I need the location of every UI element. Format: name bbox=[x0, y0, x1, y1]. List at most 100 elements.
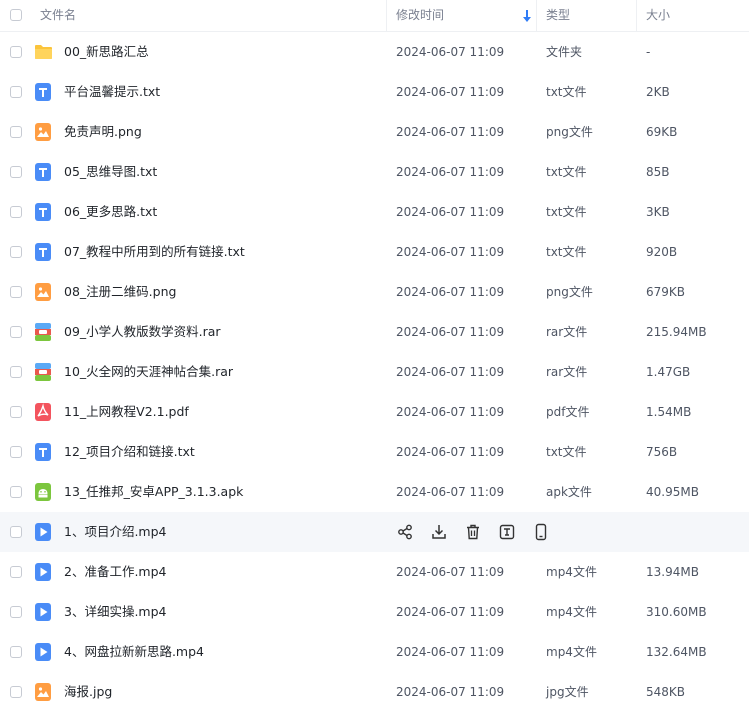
file-size: 2KB bbox=[646, 85, 670, 99]
file-type: png文件 bbox=[546, 125, 593, 139]
video-file-icon bbox=[34, 602, 52, 622]
table-row[interactable]: 11_上网教程V2.1.pdf 2024-06-07 11:09 pdf文件 1.54… bbox=[0, 392, 749, 432]
file-size: 920B bbox=[646, 245, 678, 259]
row-checkbox[interactable] bbox=[10, 206, 22, 218]
row-checkbox[interactable] bbox=[10, 406, 22, 418]
file-name[interactable]: 免责声明.png bbox=[64, 112, 142, 152]
phone-icon[interactable] bbox=[532, 523, 550, 541]
table-row[interactable]: 08_注册二维码.png 2024-06-07 11:09 png文件 679KB bbox=[0, 272, 749, 312]
file-type: txt文件 bbox=[546, 85, 587, 99]
file-type: rar文件 bbox=[546, 325, 588, 339]
modified-time: 2024-06-07 11:09 bbox=[396, 125, 505, 139]
file-name[interactable]: 12_项目介绍和链接.txt bbox=[64, 432, 195, 472]
file-name[interactable]: 00_新思路汇总 bbox=[64, 32, 149, 72]
txt-file-icon bbox=[34, 82, 52, 102]
file-name[interactable]: 1、项目介绍.mp4 bbox=[64, 512, 167, 552]
file-name[interactable]: 13_任推邦_安卓APP_3.1.3.apk bbox=[64, 472, 243, 512]
row-checkbox[interactable] bbox=[10, 686, 22, 698]
table-row[interactable]: 13_任推邦_安卓APP_3.1.3.apk 2024-06-07 11:09 ap… bbox=[0, 472, 749, 512]
file-name[interactable]: 3、详细实操.mp4 bbox=[64, 592, 167, 632]
file-name[interactable]: 海报.jpg bbox=[64, 672, 112, 712]
row-checkbox[interactable] bbox=[10, 246, 22, 258]
file-size: - bbox=[646, 45, 651, 59]
file-type: txt文件 bbox=[546, 245, 587, 259]
apk-file-icon bbox=[34, 482, 52, 502]
row-checkbox[interactable] bbox=[10, 606, 22, 618]
file-name[interactable]: 09_小学人教版数学资料.rar bbox=[64, 312, 221, 352]
file-name[interactable]: 4、网盘拉新新思路.mp4 bbox=[64, 632, 204, 672]
table-row[interactable]: 05_思维导图.txt 2024-06-07 11:09 txt文件 85B bbox=[0, 152, 749, 192]
file-name[interactable]: 05_思维导图.txt bbox=[64, 152, 157, 192]
row-checkbox[interactable] bbox=[10, 86, 22, 98]
modified-time: 2024-06-07 11:09 bbox=[396, 365, 505, 379]
pdf-file-icon bbox=[34, 402, 52, 422]
modified-time: 2024-06-07 11:09 bbox=[396, 605, 505, 619]
image-file-icon bbox=[34, 122, 52, 142]
table-row[interactable]: 平台温馨提示.txt 2024-06-07 11:09 txt文件 2KB bbox=[0, 72, 749, 112]
column-header-name[interactable]: 文件名 bbox=[40, 0, 76, 31]
sort-descending-icon[interactable] bbox=[521, 9, 533, 23]
file-type: txt文件 bbox=[546, 165, 587, 179]
row-checkbox[interactable] bbox=[10, 566, 22, 578]
file-name[interactable]: 08_注册二维码.png bbox=[64, 272, 176, 312]
share-icon[interactable] bbox=[396, 523, 414, 541]
table-row[interactable]: 3、详细实操.mp4 2024-06-07 11:09 mp4文件 310.60MB bbox=[0, 592, 749, 632]
row-checkbox[interactable] bbox=[10, 366, 22, 378]
file-size: 756B bbox=[646, 445, 678, 459]
table-row[interactable]: 免责声明.png 2024-06-07 11:09 png文件 69KB bbox=[0, 112, 749, 152]
row-checkbox[interactable] bbox=[10, 646, 22, 658]
rar-file-icon bbox=[34, 362, 52, 382]
file-type: mp4文件 bbox=[546, 605, 597, 619]
table-row[interactable]: 12_项目介绍和链接.txt 2024-06-07 11:09 txt文件 756B bbox=[0, 432, 749, 472]
file-type: txt文件 bbox=[546, 205, 587, 219]
select-all-checkbox[interactable] bbox=[10, 9, 22, 21]
table-header: 文件名 修改时间 类型 大小 bbox=[0, 0, 749, 32]
file-type: txt文件 bbox=[546, 445, 587, 459]
file-size: 215.94MB bbox=[646, 325, 707, 339]
row-checkbox[interactable] bbox=[10, 446, 22, 458]
file-type: 文件夹 bbox=[546, 45, 583, 59]
file-size: 679KB bbox=[646, 285, 686, 299]
file-name[interactable]: 07_教程中所用到的所有链接.txt bbox=[64, 232, 245, 272]
row-checkbox[interactable] bbox=[10, 126, 22, 138]
modified-time: 2024-06-07 11:09 bbox=[396, 405, 505, 419]
table-row[interactable]: 06_更多思路.txt 2024-06-07 11:09 txt文件 3KB bbox=[0, 192, 749, 232]
row-checkbox[interactable] bbox=[10, 486, 22, 498]
file-name[interactable]: 10_火全网的天涯神帖合集.rar bbox=[64, 352, 233, 392]
modified-time: 2024-06-07 11:09 bbox=[396, 245, 505, 259]
rename-icon[interactable] bbox=[498, 523, 516, 541]
row-checkbox[interactable] bbox=[10, 526, 22, 538]
row-checkbox[interactable] bbox=[10, 166, 22, 178]
modified-time: 2024-06-07 11:09 bbox=[396, 285, 505, 299]
row-checkbox[interactable] bbox=[10, 326, 22, 338]
table-row[interactable]: 海报.jpg 2024-06-07 11:09 jpg文件 548KB bbox=[0, 672, 749, 712]
column-header-size[interactable]: 大小 bbox=[646, 0, 670, 31]
table-row[interactable]: 1、项目介绍.mp4 bbox=[0, 512, 749, 552]
file-type: png文件 bbox=[546, 285, 593, 299]
video-file-icon bbox=[34, 522, 52, 542]
table-row[interactable]: 10_火全网的天涯神帖合集.rar 2024-06-07 11:09 rar文件 1.… bbox=[0, 352, 749, 392]
modified-time: 2024-06-07 11:09 bbox=[396, 445, 505, 459]
video-file-icon bbox=[34, 562, 52, 582]
column-header-modified[interactable]: 修改时间 bbox=[396, 0, 444, 31]
file-name[interactable]: 06_更多思路.txt bbox=[64, 192, 157, 232]
table-row[interactable]: 07_教程中所用到的所有链接.txt 2024-06-07 11:09 txt文件 9… bbox=[0, 232, 749, 272]
txt-file-icon bbox=[34, 242, 52, 262]
row-checkbox[interactable] bbox=[10, 46, 22, 58]
file-name[interactable]: 2、准备工作.mp4 bbox=[64, 552, 167, 592]
file-type: rar文件 bbox=[546, 365, 588, 379]
column-header-type[interactable]: 类型 bbox=[546, 0, 570, 31]
download-icon[interactable] bbox=[430, 523, 448, 541]
modified-time: 2024-06-07 11:09 bbox=[396, 325, 505, 339]
file-type: apk文件 bbox=[546, 485, 592, 499]
table-row[interactable]: 4、网盘拉新新思路.mp4 2024-06-07 11:09 mp4文件 132.64… bbox=[0, 632, 749, 672]
file-name[interactable]: 平台温馨提示.txt bbox=[64, 72, 160, 112]
row-checkbox[interactable] bbox=[10, 286, 22, 298]
table-row[interactable]: 2、准备工作.mp4 2024-06-07 11:09 mp4文件 13.94MB bbox=[0, 552, 749, 592]
table-row[interactable]: 09_小学人教版数学资料.rar 2024-06-07 11:09 rar文件 215… bbox=[0, 312, 749, 352]
file-name[interactable]: 11_上网教程V2.1.pdf bbox=[64, 392, 189, 432]
table-row[interactable]: 00_新思路汇总 2024-06-07 11:09 文件夹 - bbox=[0, 32, 749, 72]
modified-time: 2024-06-07 11:09 bbox=[396, 205, 505, 219]
delete-icon[interactable] bbox=[464, 523, 482, 541]
file-type: jpg文件 bbox=[546, 685, 589, 699]
